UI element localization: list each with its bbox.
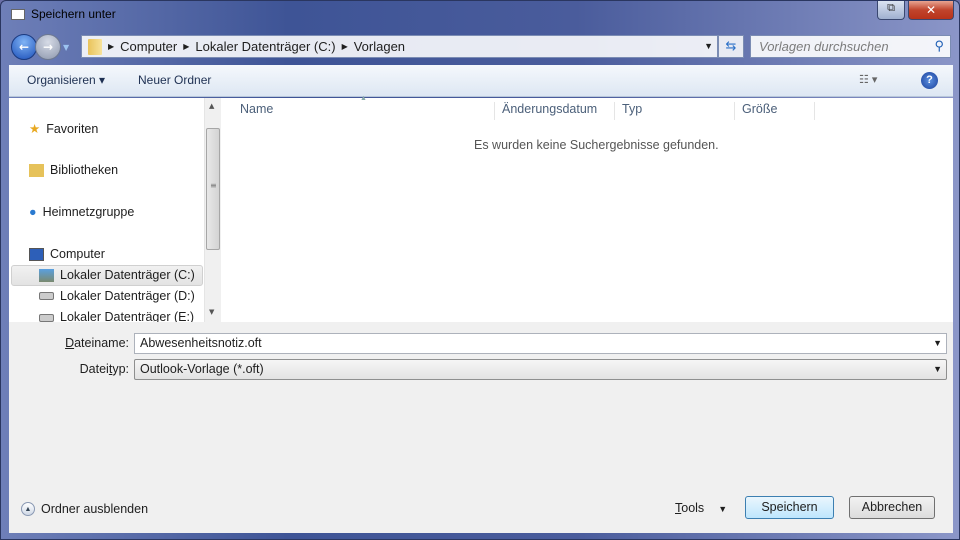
chevron-down-icon[interactable]: ▼ <box>933 338 942 348</box>
column-name[interactable]: Name <box>233 102 495 120</box>
close-button[interactable]: ✕ <box>908 1 954 20</box>
new-folder-button[interactable]: Neuer Ordner <box>138 73 211 87</box>
view-options-icon[interactable]: ☷ ▾ <box>859 73 877 86</box>
toolbar: Organisieren ▾ Neuer Ordner ☷ ▾ ? <box>9 65 953 97</box>
chevron-right-icon[interactable]: ▶ <box>342 42 348 51</box>
chevron-right-icon[interactable]: ▶ <box>108 42 114 51</box>
sidebar-item-drive-c[interactable]: Lokaler Datenträger (C:) <box>39 268 195 282</box>
empty-message: Es wurden keine Suchergebnisse gefunden. <box>474 138 719 152</box>
column-headers: ▲ Name Änderungsdatum Typ Größe <box>221 95 953 120</box>
sidebar-item-favorites[interactable]: ★ Favoriten <box>29 121 99 137</box>
filename-input[interactable]: Abwesenheitsnotiz.oft ▼ <box>134 333 947 354</box>
forward-button[interactable]: → <box>35 34 61 60</box>
sidebar-label: Heimnetzgruppe <box>42 205 135 219</box>
libraries-icon <box>29 163 44 177</box>
column-date[interactable]: Änderungsdatum <box>495 102 615 120</box>
filetype-label: Dateityp: <box>79 362 129 376</box>
navigation-pane: ★ Favoriten Bibliotheken ● Heimnetzgruppe … <box>9 98 204 322</box>
window-title: Speichern unter <box>31 7 116 21</box>
column-type[interactable]: Typ <box>615 102 735 120</box>
search-input[interactable]: Vorlagen durchsuchen ⚲ <box>750 35 951 58</box>
filename-value: Abwesenheitsnotiz.oft <box>140 336 262 350</box>
sidebar-item-libraries[interactable]: Bibliotheken <box>29 163 118 177</box>
sidebar-item-computer[interactable]: Computer <box>29 247 105 261</box>
restore-button[interactable]: ⧉ <box>877 1 905 20</box>
sidebar-item-homegroup[interactable]: ● Heimnetzgruppe <box>29 205 134 219</box>
window-icon <box>11 8 25 20</box>
homegroup-icon: ● <box>29 205 37 219</box>
collapse-icon: ▲ <box>21 502 35 516</box>
tools-button[interactable]: Tools ▼ <box>675 501 727 515</box>
filename-label: Dateiname: <box>65 336 129 350</box>
sidebar-item-drive-d[interactable]: Lokaler Datenträger (D:) <box>39 289 195 303</box>
star-icon: ★ <box>29 122 41 136</box>
filetype-value: Outlook-Vorlage (*.oft) <box>140 362 264 376</box>
drive-icon <box>39 292 54 300</box>
breadcrumb-vorlagen[interactable]: Vorlagen <box>354 39 405 54</box>
organize-button[interactable]: Organisieren ▾ <box>27 73 105 87</box>
hide-folders-button[interactable]: ▲ Ordner ausblenden <box>21 502 148 516</box>
address-bar[interactable]: ▶ Computer ▶ Lokaler Datenträger (C:) ▶ … <box>81 35 718 58</box>
column-size[interactable]: Größe <box>735 102 815 120</box>
sidebar-label: Lokaler Datenträger (D:) <box>60 289 195 303</box>
sidebar-label: Computer <box>50 247 105 261</box>
cancel-button[interactable]: Abbrechen <box>849 496 935 519</box>
chevron-right-icon[interactable]: ▶ <box>183 42 189 51</box>
sidebar-label: Lokaler Datenträger (C:) <box>60 268 195 282</box>
navigation-scrollbar[interactable]: ▲ ≡ ▼ <box>204 98 221 322</box>
title-bar: Speichern unter <box>11 7 116 21</box>
save-button[interactable]: Speichern <box>745 496 834 519</box>
computer-icon <box>29 247 44 261</box>
sidebar-label: Lokaler Datenträger (E:) <box>60 310 195 322</box>
chevron-down-icon[interactable]: ▼ <box>933 364 942 374</box>
address-dropdown-icon[interactable]: ▼ <box>704 41 713 51</box>
sidebar-label: Bibliotheken <box>50 163 119 177</box>
search-icon[interactable]: ⚲ <box>934 38 944 54</box>
scrollbar-thumb[interactable]: ≡ <box>206 128 220 250</box>
back-button[interactable]: ← <box>11 34 37 60</box>
sort-ascending-icon: ▲ <box>360 95 367 102</box>
breadcrumb-computer[interactable]: Computer <box>120 39 177 54</box>
sidebar-item-drive-e[interactable]: Lokaler Datenträger (E:) <box>39 310 194 322</box>
search-placeholder: Vorlagen durchsuchen <box>759 39 889 54</box>
save-as-dialog: Speichern unter ⧉ ✕ ← → ▼ ▶ Computer ▶ L… <box>0 0 960 540</box>
recent-pages-dropdown[interactable]: ▼ <box>63 43 69 52</box>
scroll-up-icon[interactable]: ▲ <box>209 102 214 110</box>
help-icon[interactable]: ? <box>921 72 938 89</box>
filetype-select[interactable]: Outlook-Vorlage (*.oft) ▼ <box>134 359 947 380</box>
sidebar-label: Favoriten <box>46 121 99 136</box>
drive-icon <box>39 314 54 322</box>
system-drive-icon <box>39 268 54 282</box>
hide-folders-label: Ordner ausblenden <box>41 502 149 516</box>
breadcrumb-drive-c[interactable]: Lokaler Datenträger (C:) <box>195 39 335 54</box>
refresh-button[interactable]: ⇆ <box>718 35 744 58</box>
scroll-down-icon[interactable]: ▼ <box>209 308 214 316</box>
folder-icon <box>88 38 102 55</box>
